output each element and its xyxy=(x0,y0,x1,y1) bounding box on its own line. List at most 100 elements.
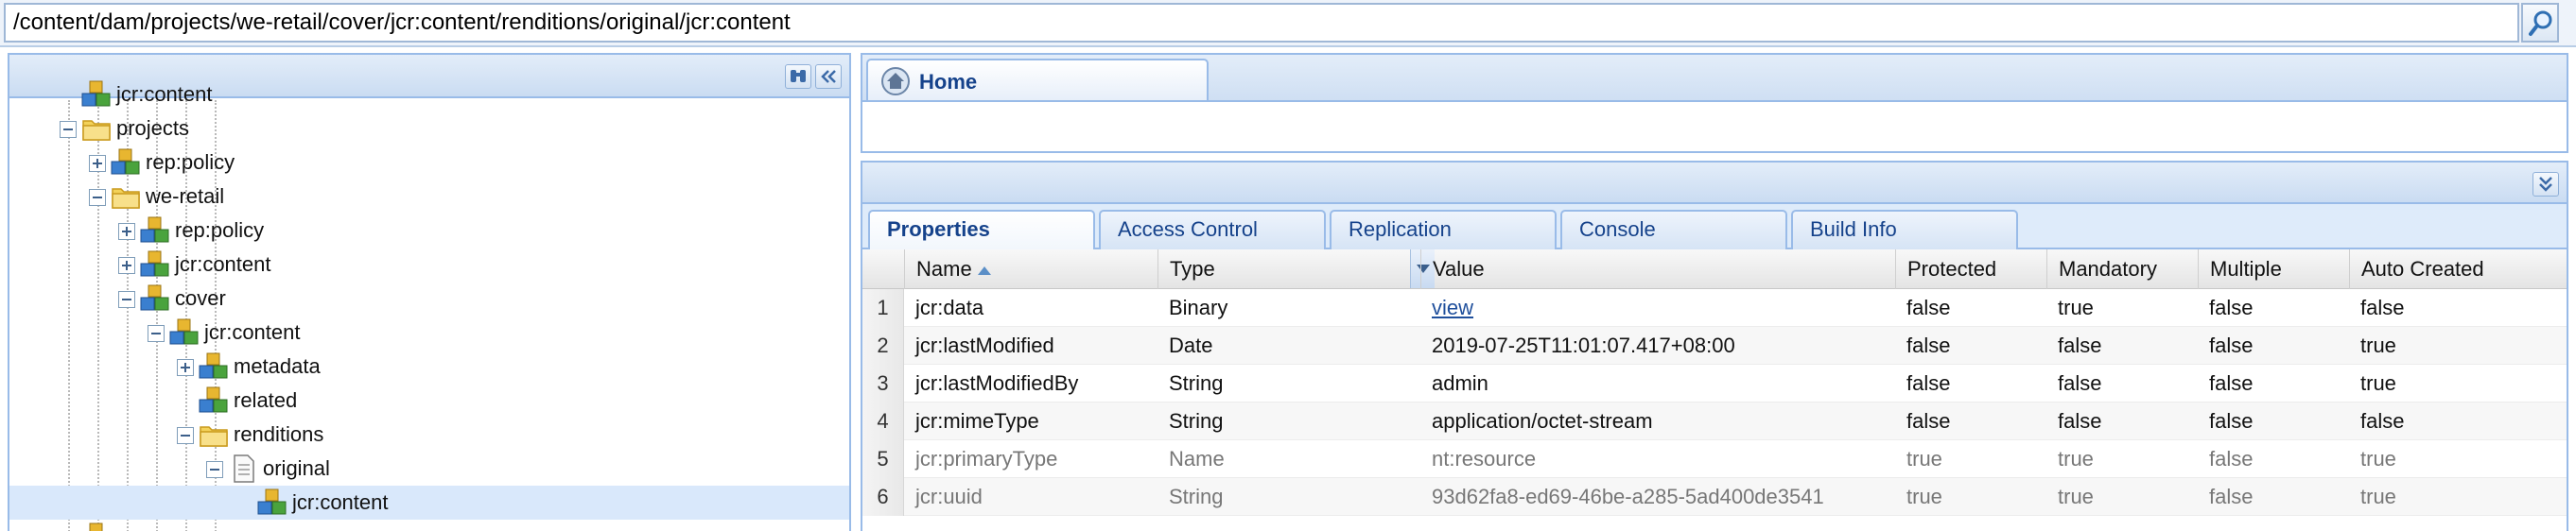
tree-item[interactable]: jcr:content xyxy=(9,316,849,350)
tree-item[interactable]: we-retail xyxy=(9,180,849,214)
tab-console[interactable]: Console xyxy=(1560,210,1787,249)
repository-tree-panel: jcr:content projects rep:policy we-retail re… xyxy=(8,53,851,531)
tree-item[interactable]: related xyxy=(9,384,849,418)
search-icon xyxy=(2529,10,2552,36)
cell-type: String xyxy=(1169,485,1224,508)
tree-item[interactable]: projects xyxy=(9,111,849,146)
collapse-down-button[interactable] xyxy=(2532,172,2559,197)
table-row[interactable]: 1 jcr:data Binary view false true false false xyxy=(862,289,2567,327)
cell-auto-created: true xyxy=(2360,371,2396,395)
column-header-label: Value xyxy=(1433,257,1485,281)
table-row[interactable]: 4 jcr:mimeType String application/octet-str… xyxy=(862,403,2567,440)
tree-item[interactable]: rep:policy xyxy=(9,146,849,180)
tree-item[interactable]: original xyxy=(9,452,849,486)
jcr-node-icon xyxy=(110,147,142,178)
row-number: 1 xyxy=(862,289,904,327)
jcr-node-icon xyxy=(139,283,171,314)
cell-auto-created: false xyxy=(2360,409,2405,433)
jcr-node-icon xyxy=(198,385,230,416)
tree-item-label: metadata xyxy=(234,354,321,378)
cell-auto-created: true xyxy=(2360,485,2396,508)
cell-auto-created: true xyxy=(2360,447,2396,471)
column-header-auto-created[interactable]: Auto Created xyxy=(2349,249,2500,289)
cell-value: admin xyxy=(1432,371,1488,395)
collapse-toggle-icon[interactable] xyxy=(177,427,194,444)
column-header-multiple[interactable]: Multiple xyxy=(2198,249,2349,289)
tree-item[interactable]: cover xyxy=(9,282,849,316)
table-row[interactable]: 2 jcr:lastModified Date 2019-07-25T11:01:07… xyxy=(862,327,2567,365)
collapse-toggle-icon[interactable] xyxy=(89,189,106,206)
cell-value: nt:resource xyxy=(1432,447,1537,471)
path-bar xyxy=(0,0,2576,47)
tree-item[interactable]: metadata xyxy=(9,350,849,384)
tree-item-label: renditions xyxy=(234,422,324,446)
table-row[interactable]: 3 jcr:lastModifiedBy String admin false false… xyxy=(862,365,2567,403)
expand-toggle-icon[interactable] xyxy=(177,359,194,376)
cell-name: jcr:data xyxy=(915,296,984,319)
cell-mandatory: true xyxy=(2058,447,2094,471)
tree-item-label: related xyxy=(234,388,298,412)
home-tab-body xyxy=(861,100,2568,153)
jcr-node-icon xyxy=(139,215,171,246)
expand-toggle-icon[interactable] xyxy=(118,257,135,274)
cell-type: Name xyxy=(1169,447,1225,471)
tree-item-partial[interactable]: jcr:content xyxy=(9,77,849,111)
tab-replication[interactable]: Replication xyxy=(1330,210,1557,249)
tree-item-label: jcr:content xyxy=(116,82,213,106)
cell-type: String xyxy=(1169,409,1224,433)
cell-name: jcr:primaryType xyxy=(915,447,1058,471)
cell-multiple: false xyxy=(2209,371,2254,395)
cell-type: String xyxy=(1169,371,1224,395)
collapse-toggle-icon[interactable] xyxy=(60,121,77,138)
table-row[interactable]: 6 jcr:uuid String 93d62fa8-ed69-46be-a285-5… xyxy=(862,478,2567,516)
column-header-label: Type xyxy=(1170,257,1215,281)
home-icon xyxy=(881,67,910,95)
expand-toggle-icon[interactable] xyxy=(118,223,135,240)
row-number: 4 xyxy=(862,403,904,440)
collapse-toggle-icon[interactable] xyxy=(206,461,223,478)
tab-properties[interactable]: Properties xyxy=(868,210,1095,251)
view-binary-link[interactable]: view xyxy=(1432,296,1473,319)
table-row[interactable]: 5 jcr:primaryType Name nt:resource true true f… xyxy=(862,440,2567,478)
tree-item[interactable]: jcr:content xyxy=(9,248,849,282)
column-header-name[interactable]: Name xyxy=(904,249,1157,289)
column-header-value[interactable]: Value xyxy=(1420,249,1895,289)
tab-build-info[interactable]: Build Info xyxy=(1791,210,2018,249)
tab-home[interactable]: Home xyxy=(866,59,1209,102)
cell-protected: false xyxy=(1906,409,1951,433)
path-input[interactable] xyxy=(4,3,2519,43)
column-header-protected[interactable]: Protected xyxy=(1895,249,2046,289)
cell-value: 93d62fa8-ed69-46be-a285-5ad400de3541 xyxy=(1432,485,1824,508)
cell-multiple: false xyxy=(2209,334,2254,357)
tree-item[interactable]: rep:policy xyxy=(9,214,849,248)
column-header-type[interactable]: Type xyxy=(1157,249,1435,289)
cell-protected: true xyxy=(1906,485,1942,508)
column-header-label: Name xyxy=(916,257,972,281)
cell-value: view xyxy=(1420,289,1895,327)
collapse-toggle-icon[interactable] xyxy=(118,291,135,308)
column-header-label: Protected xyxy=(1907,257,1997,281)
cell-auto-created: true xyxy=(2360,334,2396,357)
column-header-mandatory[interactable]: Mandatory xyxy=(2046,249,2198,289)
cell-multiple: false xyxy=(2209,296,2254,319)
tree-item-label: we-retail xyxy=(146,184,225,208)
collapse-toggle-icon[interactable] xyxy=(148,325,165,342)
tree-item-label: rep:policy xyxy=(175,218,265,242)
tab-access-control[interactable]: Access Control xyxy=(1099,210,1326,249)
main-tab-strip: Home xyxy=(861,53,2568,102)
cell-mandatory: true xyxy=(2058,296,2094,319)
tree-item-label: rep:policy xyxy=(146,150,235,174)
jcr-node-icon xyxy=(80,522,113,531)
tree-item-partial[interactable] xyxy=(9,520,849,531)
tree-item[interactable]: renditions xyxy=(9,418,849,452)
properties-grid: Name Type Value Protected Mandatory Multiple A… xyxy=(861,249,2568,531)
column-header-label: Multiple xyxy=(2210,257,2282,281)
tree-item[interactable]: jcr:content xyxy=(9,486,849,520)
tree-item-label: jcr:content xyxy=(292,490,389,514)
cell-name: jcr:uuid xyxy=(915,485,983,508)
cell-name: jcr:lastModified xyxy=(915,334,1054,357)
expand-toggle-icon[interactable] xyxy=(89,155,106,172)
row-number: 3 xyxy=(862,365,904,403)
path-search-button[interactable] xyxy=(2521,3,2559,43)
jcr-node-icon xyxy=(256,488,288,518)
